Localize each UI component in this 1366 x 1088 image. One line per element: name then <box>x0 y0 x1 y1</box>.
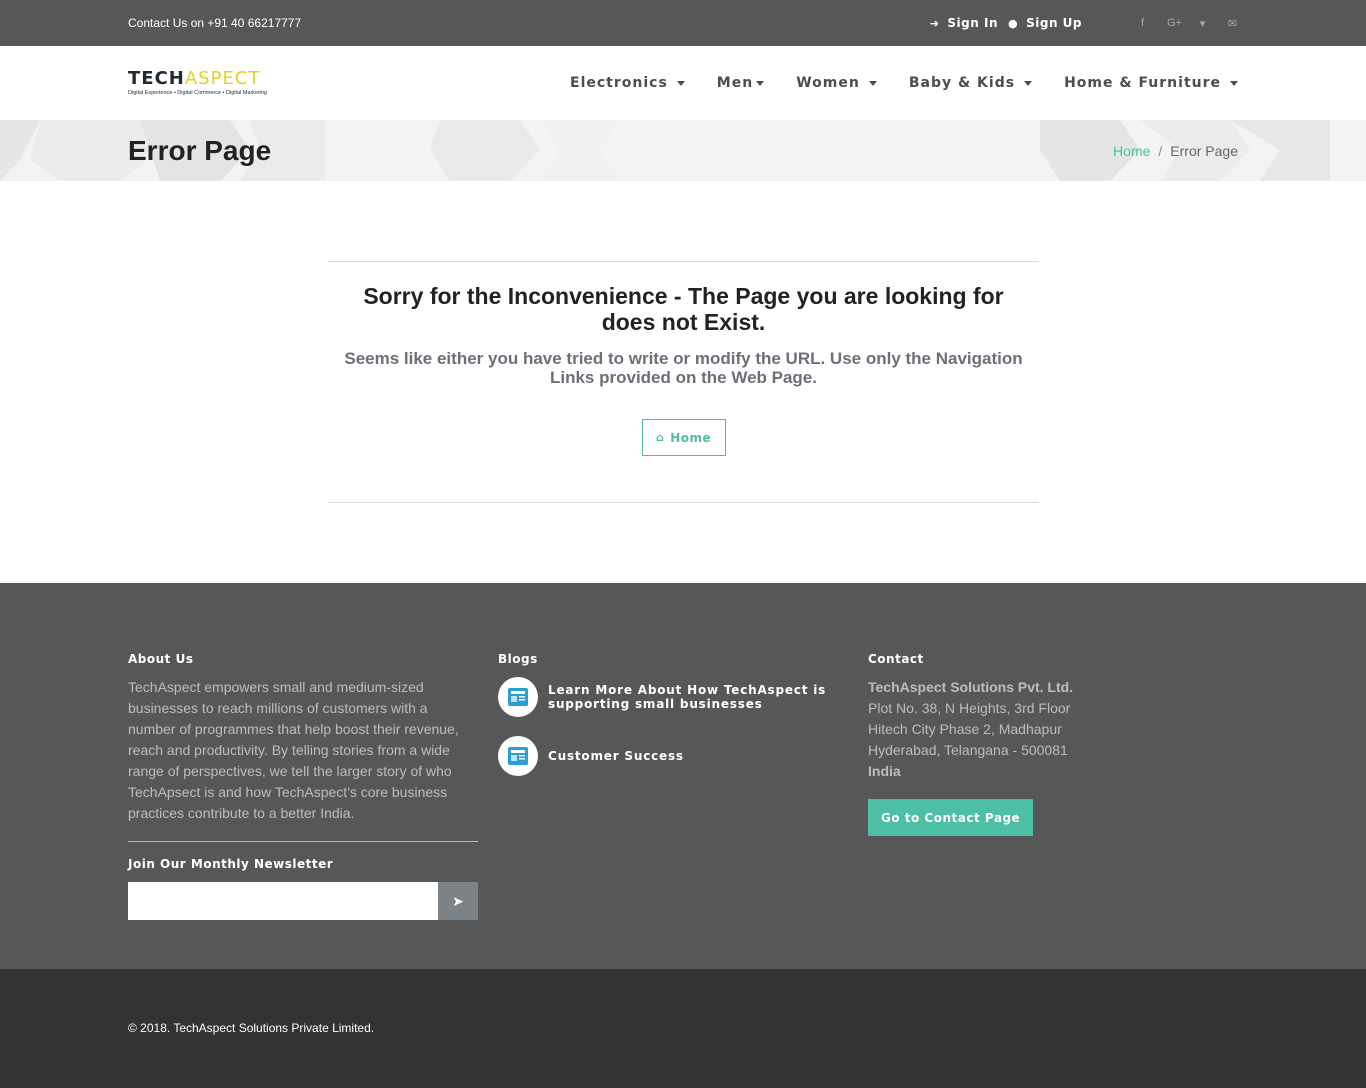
newsletter-submit-button[interactable]: ➤ <box>438 882 478 920</box>
page-title-band: Error Page Home / Error Page <box>0 120 1366 181</box>
blogs-title: Blogs <box>498 652 538 666</box>
nav-item-women[interactable]: Women <box>796 75 877 91</box>
contact-line: Plot No. 38, N Heights, 3rd Floor <box>868 700 1071 716</box>
nav-item-label: Electronics <box>570 75 668 91</box>
caret-down-icon <box>1230 80 1238 86</box>
nav-item-baby-kids[interactable]: Baby & Kids <box>908 75 1033 91</box>
breadcrumb-separator: / <box>1158 142 1163 159</box>
contact-line: Hyderabad, Telangana - 500081 <box>868 742 1068 758</box>
sign-up-link[interactable]: ● Sign Up <box>1008 16 1082 30</box>
top-bar: Contact Us on +91 40 66217777 ➜ Sign In … <box>0 0 1366 46</box>
nav-item-label: Baby & Kids <box>908 75 1016 91</box>
error-heading: Sorry for the Inconvenience - The Page y… <box>363 283 1004 335</box>
logo-tech: TECH <box>128 68 185 89</box>
nav-item-home-furniture[interactable]: Home & Furniture <box>1064 75 1238 91</box>
nav-item-label: Women <box>796 75 860 91</box>
about-title: About Us <box>128 652 194 666</box>
logo-aspect: ASPECT <box>184 68 261 89</box>
caret-down-icon <box>676 80 685 86</box>
nav-item-men[interactable]: Men <box>716 75 765 91</box>
blog-item[interactable]: Customer Success <box>498 736 868 776</box>
nav-item-electronics[interactable]: Electronics <box>570 75 685 91</box>
home-button[interactable]: ⌂ Home <box>641 419 726 456</box>
contact-page-button[interactable]: Go to Contact Page <box>868 799 1034 836</box>
main-nav: TECHASPECT Digital Experience • Digital … <box>0 46 1366 120</box>
nav-item-label: Men <box>716 75 754 91</box>
error-box: Sorry for the Inconvenience - The Page y… <box>328 261 1039 503</box>
divider <box>128 841 478 842</box>
blog-thumbnail-icon <box>498 736 538 776</box>
error-message: Seems like either you have tried to writ… <box>344 349 1023 387</box>
newsletter-title: Join Our Monthly Newsletter <box>128 857 334 871</box>
footer-contact: Contact TechAspect Solutions Pvt. Ltd. P… <box>868 652 1238 920</box>
sign-up-label: Sign Up <box>1026 16 1082 30</box>
caret-down-icon <box>1024 80 1033 86</box>
nav-item-label: Home & Furniture <box>1064 75 1221 91</box>
user-icon: ● <box>1007 16 1019 30</box>
contact-address: TechAspect Solutions Pvt. Ltd. Plot No. … <box>868 677 1238 782</box>
home-button-label: Home <box>670 430 712 445</box>
logo-tagline: Digital Experience • Digital Commerce • … <box>128 90 267 96</box>
blog-item[interactable]: Learn More About How TechAspect is suppo… <box>498 677 868 717</box>
blog-title: Customer Success <box>548 749 684 763</box>
caret-down-icon <box>756 80 765 86</box>
page-title: Error Page <box>128 134 272 166</box>
contact-title: Contact <box>868 652 924 666</box>
main-content: Sorry for the Inconvenience - The Page y… <box>0 181 1366 583</box>
footer: About Us TechAspect empowers small and m… <box>0 583 1366 969</box>
newsletter-form: ➤ <box>128 882 478 920</box>
contact-country: India <box>868 763 901 779</box>
breadcrumb-current: Error Page <box>1170 142 1238 159</box>
facebook-icon[interactable]: f <box>1137 17 1148 29</box>
google-plus-icon[interactable]: G+ <box>1167 17 1182 29</box>
sign-in-label: Sign In <box>947 16 998 30</box>
copyright-bar: © 2018. TechAspect Solutions Private Lim… <box>0 969 1366 1088</box>
contact-line: Hitech City Phase 2, Madhapur <box>868 721 1062 737</box>
sign-in-icon: ➜ <box>929 16 940 30</box>
contact-company: TechAspect Solutions Pvt. Ltd. <box>868 679 1074 695</box>
caret-down-icon <box>868 80 877 86</box>
breadcrumb-home-link[interactable]: Home <box>1113 143 1150 159</box>
paper-plane-icon: ➤ <box>452 892 464 909</box>
copyright-text: © 2018. TechAspect Solutions Private Lim… <box>128 1021 375 1035</box>
newsletter-email-input[interactable] <box>128 882 438 920</box>
logo[interactable]: TECHASPECT Digital Experience • Digital … <box>128 68 267 97</box>
about-text: TechAspect empowers small and medium-siz… <box>128 679 459 821</box>
contact-phone: Contact Us on +91 40 66217777 <box>128 16 302 30</box>
home-icon: ⌂ <box>655 431 665 444</box>
footer-about: About Us TechAspect empowers small and m… <box>128 652 498 920</box>
breadcrumb: Home / Error Page <box>1113 143 1238 159</box>
email-icon[interactable]: ✉ <box>1227 17 1238 30</box>
twitter-icon[interactable]: ▾ <box>1197 17 1208 30</box>
nav-menu: Electronics Men Women Baby & Kids Home &… <box>538 75 1238 91</box>
footer-blogs: Blogs Learn More About How TechAspect is… <box>498 652 868 920</box>
blog-title: Learn More About How TechAspect is suppo… <box>548 683 827 711</box>
sign-in-link[interactable]: ➜ Sign In <box>930 16 998 30</box>
blog-thumbnail-icon <box>498 677 538 717</box>
